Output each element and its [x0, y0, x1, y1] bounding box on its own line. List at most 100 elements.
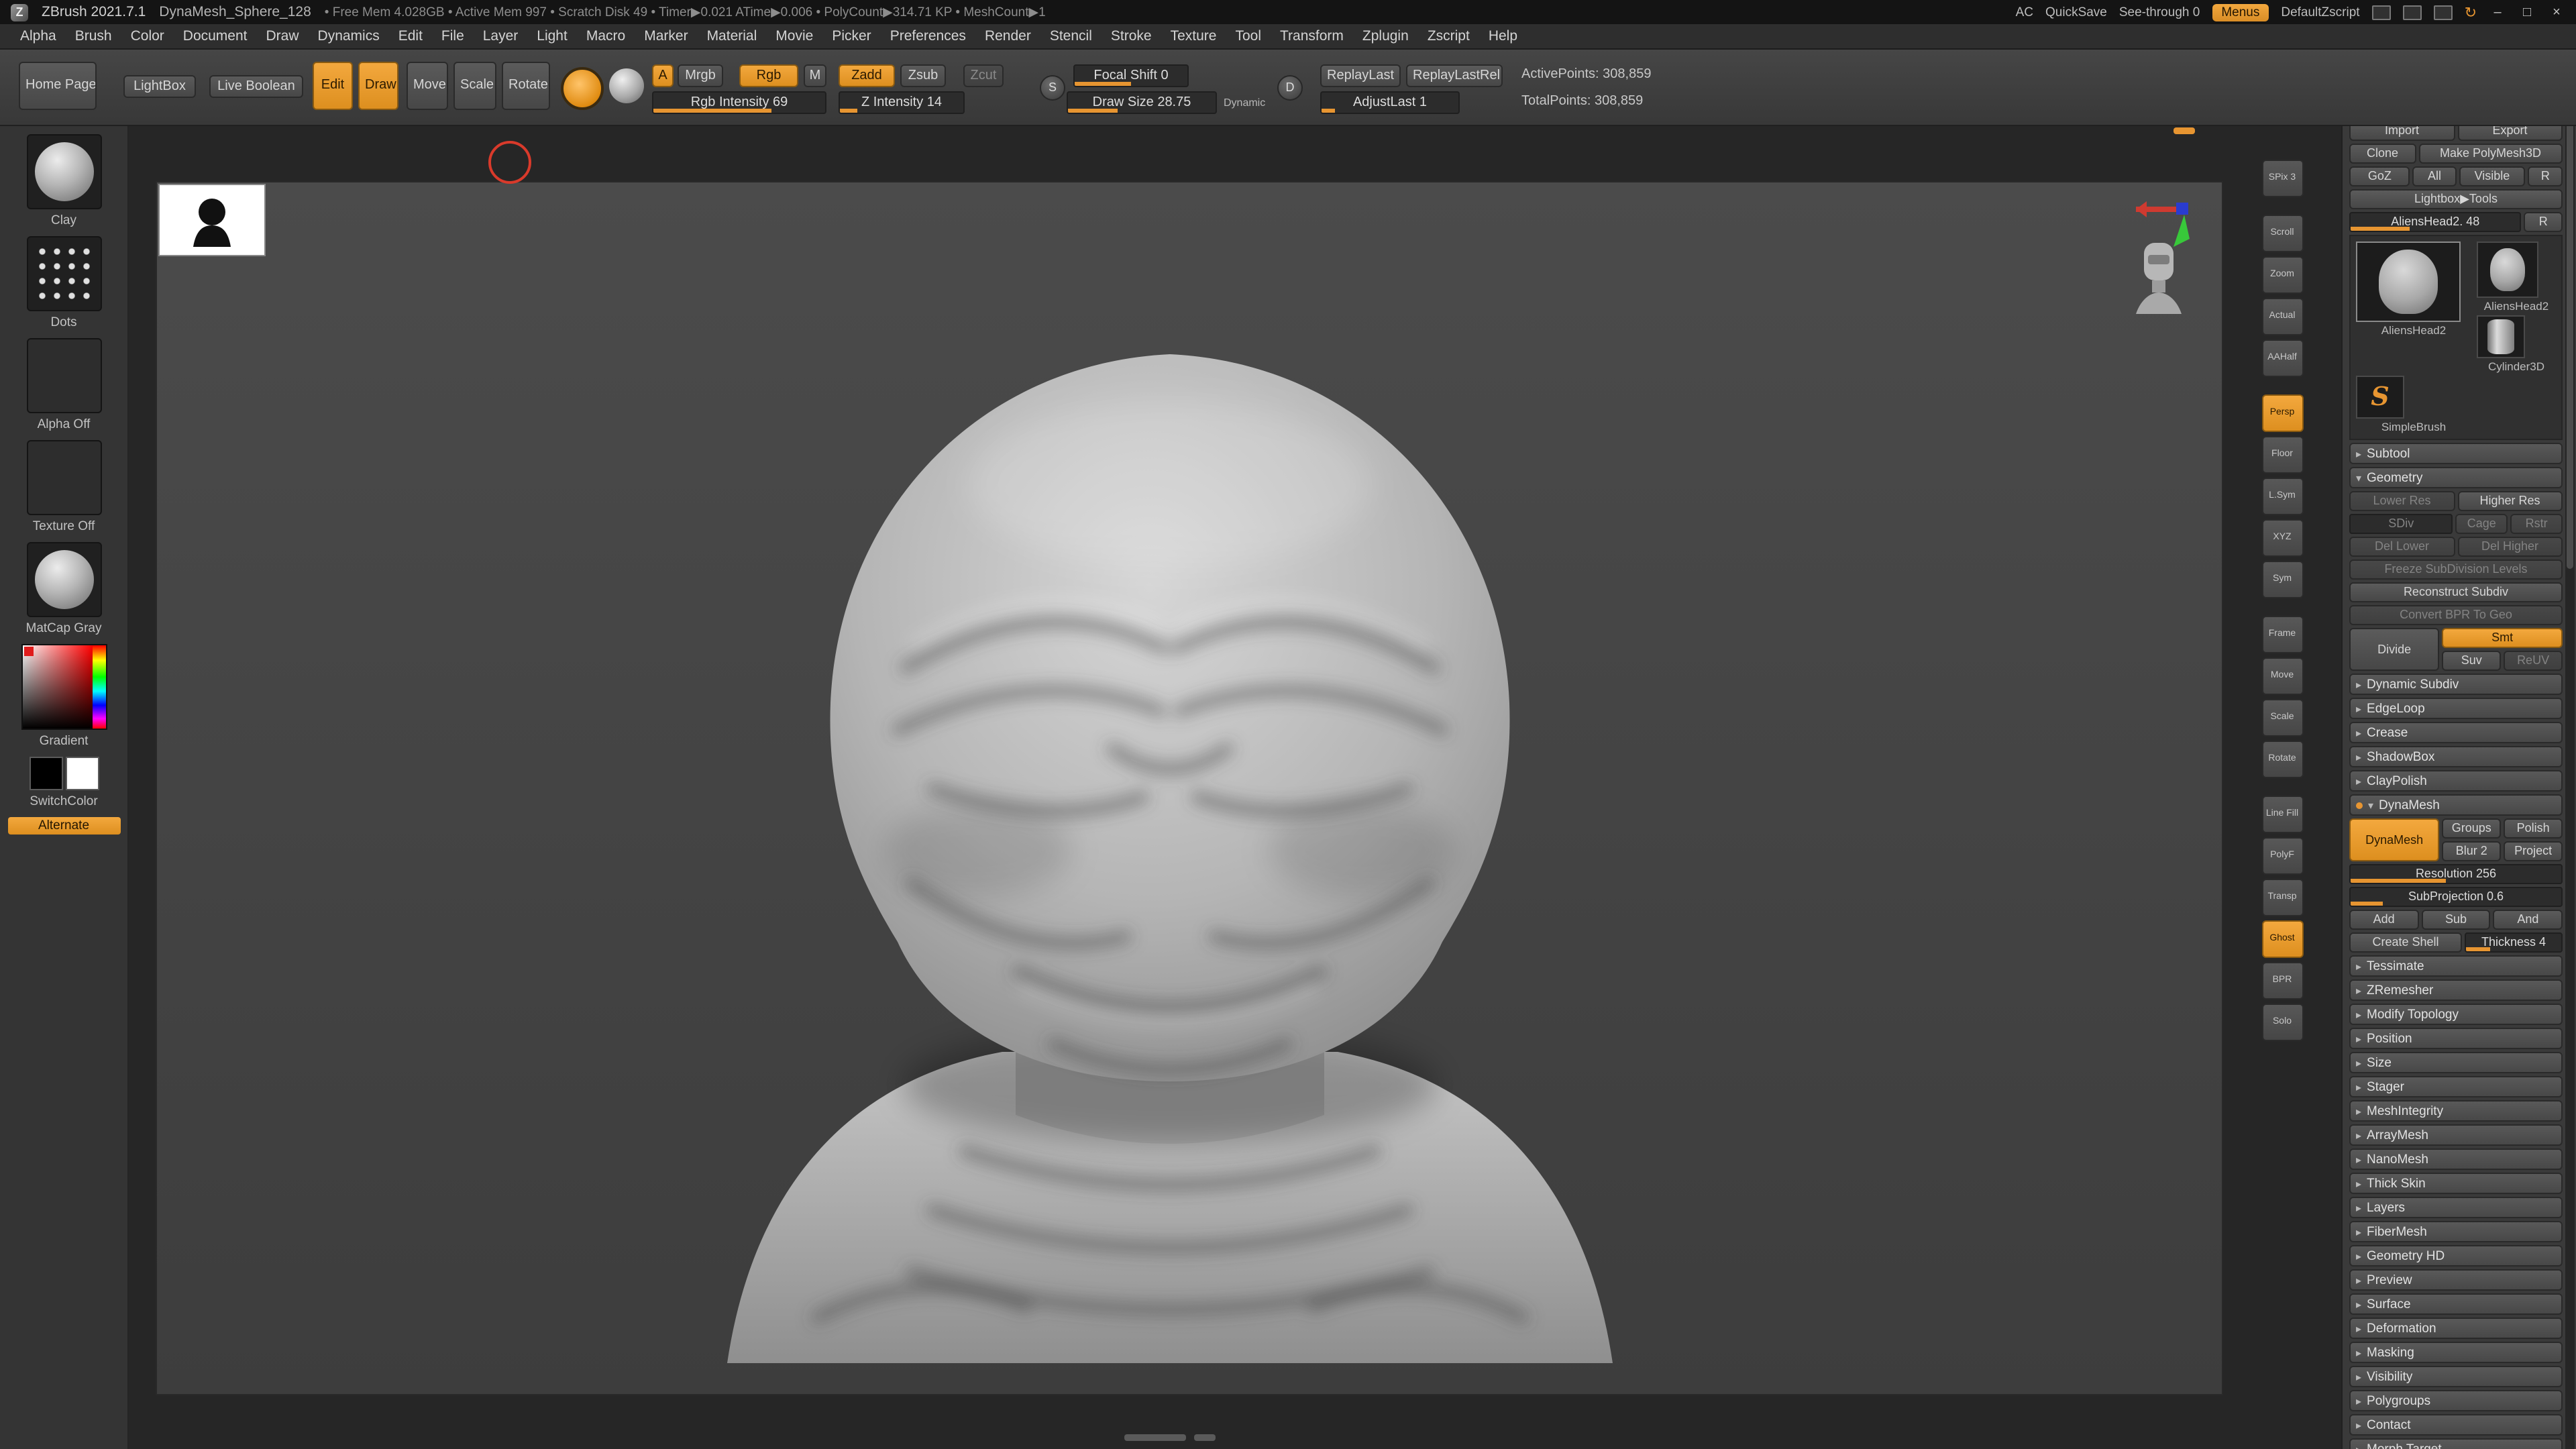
mrgb-button[interactable]: Mrgb	[678, 64, 723, 87]
reload-icon[interactable]: ↻	[2465, 3, 2477, 21]
rgb-button[interactable]: Rgb	[739, 64, 798, 87]
document-canvas[interactable]	[156, 181, 2223, 1395]
simplebrush-thumbnail[interactable]: S	[2356, 376, 2404, 419]
section-position[interactable]: ▸Position	[2349, 1028, 2563, 1049]
polish-button[interactable]: Polish	[2504, 818, 2563, 839]
menu-preferences[interactable]: Preferences	[881, 28, 975, 44]
menu-alpha[interactable]: Alpha	[11, 28, 66, 44]
replay-last-rel-button[interactable]: ReplayLastRel	[1406, 64, 1503, 87]
document-thumbnail[interactable]	[158, 184, 266, 256]
section-crease[interactable]: ▸Crease	[2349, 722, 2563, 743]
polyframe-button[interactable]: PolyF	[2261, 837, 2303, 875]
add-button[interactable]: Add	[2349, 910, 2418, 930]
rotate-nav-button[interactable]: Rotate	[2261, 741, 2303, 778]
section-morph-target[interactable]: ▸Morph Target	[2349, 1438, 2563, 1449]
move-button[interactable]: Move	[407, 62, 448, 110]
tool-index-slider[interactable]: AliensHead2. 48	[2349, 212, 2522, 232]
section-stager[interactable]: ▸Stager	[2349, 1076, 2563, 1097]
live-boolean-button[interactable]: Live Boolean	[209, 75, 303, 98]
menu-light[interactable]: Light	[527, 28, 577, 44]
section-nanomesh[interactable]: ▸NanoMesh	[2349, 1148, 2563, 1170]
menu-document[interactable]: Document	[174, 28, 257, 44]
solo-button[interactable]: Solo	[2261, 1004, 2303, 1041]
menu-stroke[interactable]: Stroke	[1102, 28, 1161, 44]
rgb-intensity-slider[interactable]: Rgb Intensity 69	[652, 91, 826, 114]
stroke-curve-icon[interactable]: S	[1040, 75, 1065, 101]
layout-icon[interactable]	[2372, 5, 2391, 19]
replay-last-button[interactable]: ReplayLast	[1320, 64, 1401, 87]
transp-button[interactable]: Transp	[2261, 879, 2303, 916]
gradient-picker[interactable]	[21, 644, 107, 730]
zsub-button[interactable]: Zsub	[900, 64, 946, 87]
higher-res-button[interactable]: Higher Res	[2457, 491, 2563, 511]
menu-draw[interactable]: Draw	[257, 28, 309, 44]
section-arraymesh[interactable]: ▸ArrayMesh	[2349, 1124, 2563, 1146]
section-meshintegrity[interactable]: ▸MeshIntegrity	[2349, 1100, 2563, 1122]
goz-r-button[interactable]: R	[2528, 166, 2563, 186]
divide-button[interactable]: Divide	[2349, 628, 2439, 671]
clay-brush-icon[interactable]	[26, 134, 101, 209]
dots-stroke-icon[interactable]	[26, 236, 101, 311]
rotate-button[interactable]: Rotate	[502, 62, 550, 110]
menu-file[interactable]: File	[432, 28, 474, 44]
tool-r-button[interactable]: R	[2524, 212, 2563, 232]
alpha-off-icon[interactable]	[26, 338, 101, 413]
home-page-button[interactable]: Home Page	[19, 62, 97, 110]
edit-button[interactable]: Edit	[313, 62, 353, 110]
menu-picker[interactable]: Picker	[822, 28, 880, 44]
zadd-button[interactable]: Zadd	[839, 64, 895, 87]
dynamesh-button[interactable]: DynaMesh	[2349, 818, 2439, 861]
menu-transform[interactable]: Transform	[1271, 28, 1353, 44]
brush-preview-icon[interactable]	[561, 67, 604, 110]
horizontal-scrollbar-handle[interactable]	[1194, 1434, 1216, 1441]
close-button[interactable]: ×	[2548, 5, 2565, 19]
floor-button[interactable]: Floor	[2261, 436, 2303, 474]
current-tool-thumbnail[interactable]	[2356, 241, 2461, 322]
menu-marker[interactable]: Marker	[635, 28, 697, 44]
menu-help[interactable]: Help	[1479, 28, 1527, 44]
stroke-sphere-icon[interactable]	[609, 68, 644, 103]
subprojection-slider[interactable]: SubProjection 0.6	[2349, 887, 2563, 907]
menu-macro[interactable]: Macro	[577, 28, 635, 44]
stroke-selector[interactable]: Dots	[26, 236, 101, 330]
lower-res-button[interactable]: Lower Res	[2349, 491, 2455, 511]
goz-all-button[interactable]: All	[2413, 166, 2456, 186]
menu-edit[interactable]: Edit	[389, 28, 432, 44]
lightbox-button[interactable]: LightBox	[123, 75, 196, 98]
section-fibermesh[interactable]: ▸FiberMesh	[2349, 1221, 2563, 1242]
quicksave-button[interactable]: QuickSave	[2045, 5, 2107, 19]
section-surface[interactable]: ▸Surface	[2349, 1293, 2563, 1315]
panels-icon[interactable]	[2403, 5, 2422, 19]
scroll-button[interactable]: Scroll	[2261, 215, 2303, 252]
secondary-color-swatch[interactable]	[65, 757, 99, 790]
section-polygroups[interactable]: ▸Polygroups	[2349, 1390, 2563, 1411]
default-zscript-label[interactable]: DefaultZscript	[2281, 5, 2359, 19]
cylinder3d-thumbnail[interactable]	[2477, 315, 2525, 358]
resolution-slider[interactable]: Resolution 256	[2349, 864, 2563, 884]
line-fill-button[interactable]: Line Fill	[2261, 796, 2303, 833]
section-subtool[interactable]: ▸ Subtool	[2349, 443, 2563, 464]
section-deformation[interactable]: ▸Deformation	[2349, 1318, 2563, 1339]
menu-color[interactable]: Color	[121, 28, 174, 44]
main-color-swatch[interactable]	[29, 757, 62, 790]
menu-texture[interactable]: Texture	[1161, 28, 1226, 44]
menus-button[interactable]: Menus	[2212, 3, 2269, 21]
menu-movie[interactable]: Movie	[766, 28, 822, 44]
section-modify-topology[interactable]: ▸Modify Topology	[2349, 1004, 2563, 1025]
bpr-button[interactable]: BPR	[2261, 962, 2303, 1000]
move-nav-button[interactable]: Move	[2261, 657, 2303, 695]
xyz-button[interactable]: XYZ	[2261, 519, 2303, 557]
section-dynamic-subdiv[interactable]: ▸Dynamic Subdiv	[2349, 674, 2563, 695]
section-masking[interactable]: ▸Masking	[2349, 1342, 2563, 1363]
clone-button[interactable]: Clone	[2349, 144, 2416, 164]
suv-button[interactable]: Suv	[2442, 651, 2501, 671]
project-button[interactable]: Project	[2504, 841, 2563, 861]
m-button[interactable]: M	[804, 64, 826, 87]
focal-shift-slider[interactable]: Focal Shift 0	[1073, 64, 1189, 87]
persp-button[interactable]: Persp	[2261, 394, 2303, 432]
section-preview[interactable]: ▸Preview	[2349, 1269, 2563, 1291]
menu-layer[interactable]: Layer	[474, 28, 528, 44]
alpha-channel-button[interactable]: A	[652, 64, 674, 87]
minimize-button[interactable]: –	[2489, 5, 2506, 19]
menu-zscript[interactable]: Zscript	[1418, 28, 1479, 44]
